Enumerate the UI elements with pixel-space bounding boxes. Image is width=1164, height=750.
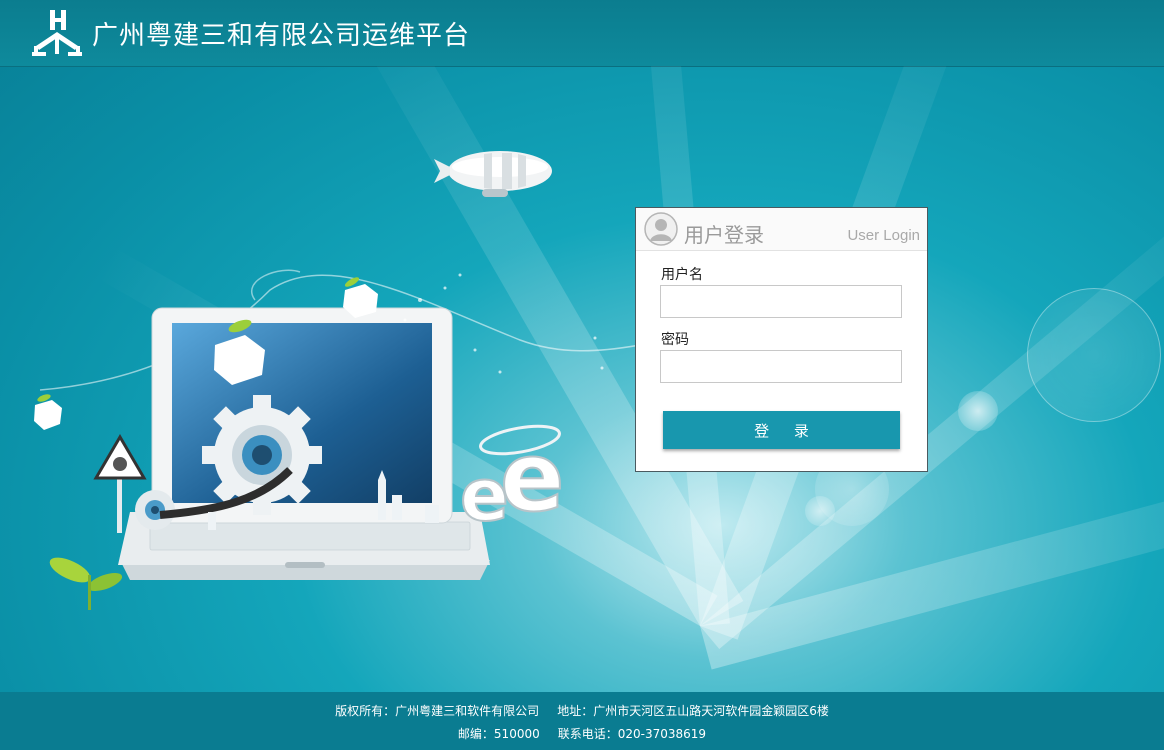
header-bar: 广州粤建三和有限公司运维平台 — [0, 0, 1164, 67]
user-avatar-icon — [644, 212, 678, 246]
footer-postcode: 邮编：510000 — [457, 727, 540, 741]
footer-copyright: 版权所有：广州粤建三和软件有限公司 — [335, 704, 540, 718]
username-label: 用户名 — [661, 267, 703, 283]
bubble — [958, 391, 998, 431]
footer-address: 地址：广州市天河区五山路天河软件园金颖园区6楼 — [557, 704, 829, 718]
username-input[interactable] — [660, 285, 902, 318]
gear-icon — [202, 395, 322, 515]
password-label: 密码 — [661, 332, 689, 348]
login-panel: 用户登录 User Login 用户名 密码 登 录 — [635, 207, 928, 472]
footer-line-2: 邮编：510000 联系电话：020-37038619 — [0, 725, 1164, 742]
logo-icon — [32, 10, 82, 56]
login-header: 用户登录 User Login — [636, 208, 927, 251]
bubble — [805, 496, 835, 526]
ie-logo-icon: e e — [459, 422, 565, 538]
footer: 版权所有：广州粤建三和软件有限公司 地址：广州市天河区五山路天河软件园金颖园区6楼… — [0, 692, 1164, 750]
footer-line-1: 版权所有：广州粤建三和软件有限公司 地址：广州市天河区五山路天河软件园金颖园区6楼 — [0, 702, 1164, 719]
bubble — [1027, 288, 1161, 422]
password-input[interactable] — [660, 350, 902, 383]
login-button[interactable]: 登 录 — [663, 411, 900, 449]
login-title-en: User Login — [847, 227, 920, 244]
leaf-icon — [49, 557, 123, 610]
login-title: 用户登录 — [684, 223, 764, 247]
app-title: 广州粤建三和有限公司运维平台 — [92, 21, 471, 51]
laptop-illustration: e e — [34, 269, 640, 610]
footer-phone: 联系电话：020-37038619 — [557, 727, 707, 741]
